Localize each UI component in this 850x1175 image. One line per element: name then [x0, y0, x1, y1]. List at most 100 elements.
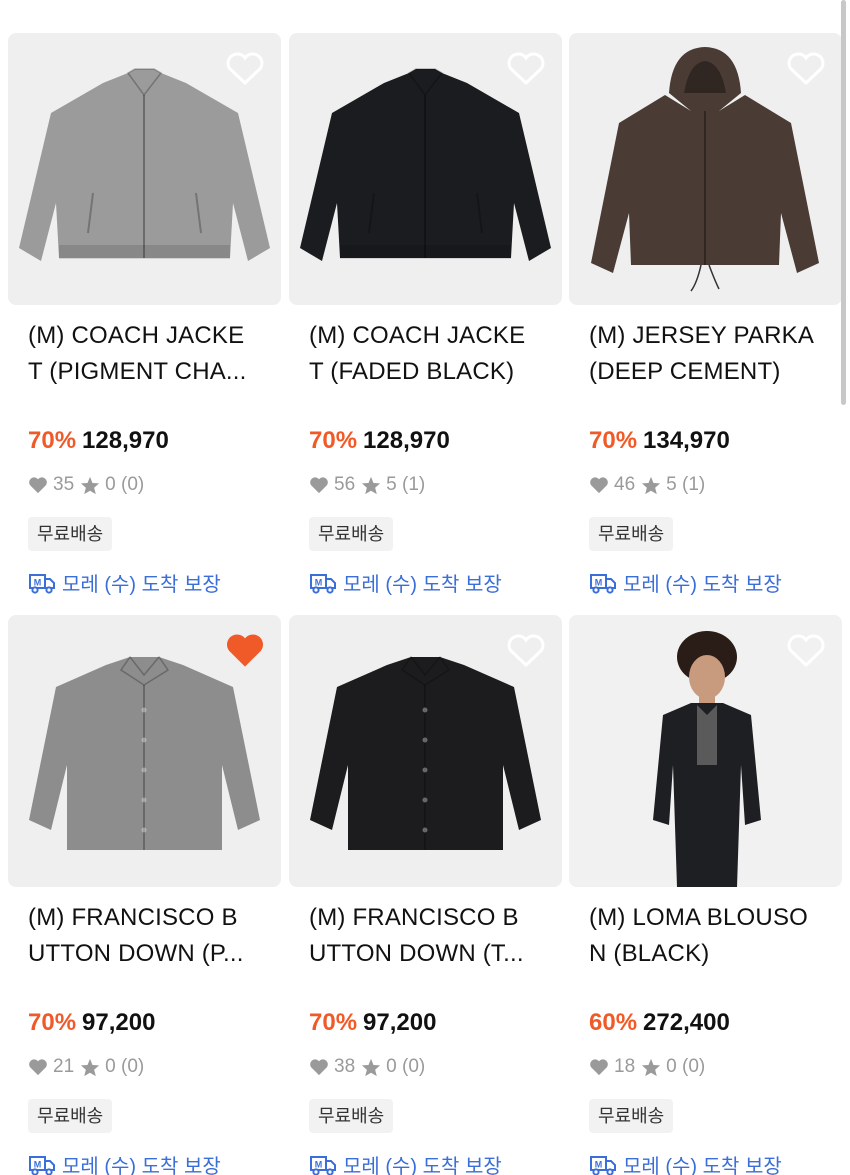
rating-count: 0 (0) — [666, 1056, 706, 1077]
heart-icon — [310, 1059, 328, 1076]
delivery-guarantee: M 모레 (수) 도착 보장 — [309, 1150, 502, 1175]
star-icon — [642, 1058, 661, 1076]
heart-icon — [310, 477, 328, 494]
rating-count: 0 (0) — [386, 1056, 426, 1077]
delivery-truck-icon: M — [590, 1155, 616, 1175]
star-icon — [362, 476, 381, 494]
sale-price: 128,970 — [82, 427, 169, 454]
product-title-line-2: UTTON DOWN (T... — [309, 940, 524, 967]
heart-icon — [29, 1059, 47, 1076]
like-count: 18 — [614, 1056, 636, 1077]
free-shipping-badge: 무료배송 — [28, 1099, 113, 1133]
price-row: 60% 272,400 — [589, 1009, 730, 1037]
product-title[interactable]: (M) JERSEY PARKA (DEEP CEMENT) — [589, 318, 829, 390]
product-title[interactable]: (M) FRANCISCO B UTTON DOWN (T... — [309, 900, 549, 972]
product-stats: 46 5 (1) — [589, 474, 705, 496]
product-image[interactable] — [8, 615, 281, 887]
product-title-line-2: T (PIGMENT CHA... — [28, 358, 247, 385]
discount-rate: 60% — [589, 1009, 638, 1036]
price-row: 70% 97,200 — [309, 1009, 436, 1037]
product-image[interactable] — [8, 33, 281, 305]
free-shipping-badge: 무료배송 — [28, 517, 113, 551]
sale-price: 97,200 — [82, 1009, 156, 1036]
delivery-truck-icon: M — [310, 573, 336, 594]
product-stats: 56 5 (1) — [309, 474, 425, 496]
scrollbar[interactable] — [841, 0, 846, 405]
delivery-truck-icon: M — [29, 1155, 55, 1175]
discount-rate: 70% — [309, 1009, 358, 1036]
delivery-text: 모레 (수) 도착 보장 — [623, 574, 782, 596]
rating-count: 5 (1) — [666, 474, 706, 495]
delivery-guarantee: M 모레 (수) 도착 보장 — [589, 1150, 782, 1175]
discount-rate: 70% — [28, 1009, 77, 1036]
product-image[interactable] — [289, 33, 562, 305]
product-title[interactable]: (M) COACH JACKE T (FADED BLACK) — [309, 318, 549, 390]
sale-price: 128,970 — [363, 427, 450, 454]
star-icon — [362, 1058, 381, 1076]
sale-price: 134,970 — [643, 427, 730, 454]
product-title-line-2: (DEEP CEMENT) — [589, 358, 781, 385]
free-shipping-badge: 무료배송 — [309, 1099, 394, 1133]
delivery-truck-icon: M — [29, 573, 55, 594]
price-row: 70% 128,970 — [309, 427, 450, 455]
favorite-heart-icon[interactable] — [506, 49, 546, 87]
like-count: 38 — [334, 1056, 356, 1077]
rating-count: 0 (0) — [105, 1056, 145, 1077]
product-title-line-1: (M) JERSEY PARKA — [589, 322, 815, 349]
free-shipping-badge: 무료배송 — [589, 1099, 674, 1133]
star-icon — [81, 1058, 100, 1076]
favorite-heart-icon[interactable] — [786, 49, 826, 87]
discount-rate: 70% — [309, 427, 358, 454]
svg-text:M: M — [595, 577, 603, 587]
svg-text:M: M — [315, 1159, 323, 1169]
product-image[interactable] — [569, 33, 842, 305]
rating-count: 0 (0) — [105, 474, 145, 495]
like-count: 35 — [53, 474, 75, 495]
star-icon — [81, 476, 100, 494]
favorite-heart-icon[interactable] — [506, 631, 546, 669]
rating-count: 5 (1) — [386, 474, 426, 495]
sale-price: 272,400 — [643, 1009, 730, 1036]
delivery-text: 모레 (수) 도착 보장 — [62, 574, 221, 596]
price-row: 70% 128,970 — [28, 427, 169, 455]
product-stats: 38 0 (0) — [309, 1056, 425, 1078]
product-stats: 21 0 (0) — [28, 1056, 144, 1078]
delivery-truck-icon: M — [310, 1155, 336, 1175]
delivery-text: 모레 (수) 도착 보장 — [62, 1156, 221, 1175]
free-shipping-badge: 무료배송 — [589, 517, 674, 551]
product-title-line-1: (M) FRANCISCO B — [309, 904, 519, 931]
product-title-line-2: UTTON DOWN (P... — [28, 940, 244, 967]
svg-text:M: M — [34, 1159, 42, 1169]
product-stats: 35 0 (0) — [28, 474, 144, 496]
discount-rate: 70% — [589, 427, 638, 454]
product-image[interactable] — [289, 615, 562, 887]
delivery-text: 모레 (수) 도착 보장 — [623, 1156, 782, 1175]
product-image[interactable] — [569, 615, 842, 887]
svg-text:M: M — [595, 1159, 603, 1169]
heart-icon — [29, 477, 47, 494]
heart-icon — [590, 1059, 608, 1076]
delivery-guarantee: M 모레 (수) 도착 보장 — [589, 568, 782, 597]
sale-price: 97,200 — [363, 1009, 437, 1036]
price-row: 70% 97,200 — [28, 1009, 155, 1037]
heart-icon — [590, 477, 608, 494]
star-icon — [642, 476, 661, 494]
product-title[interactable]: (M) FRANCISCO B UTTON DOWN (P... — [28, 900, 268, 972]
discount-rate: 70% — [28, 427, 77, 454]
delivery-guarantee: M 모레 (수) 도착 보장 — [309, 568, 502, 597]
delivery-text: 모레 (수) 도착 보장 — [343, 1156, 502, 1175]
favorite-heart-icon[interactable] — [786, 631, 826, 669]
product-title-line-1: (M) LOMA BLOUSO — [589, 904, 809, 931]
product-stats: 18 0 (0) — [589, 1056, 705, 1078]
favorite-heart-icon[interactable] — [225, 631, 265, 669]
free-shipping-badge: 무료배송 — [309, 517, 394, 551]
product-title[interactable]: (M) COACH JACKE T (PIGMENT CHA... — [28, 318, 268, 390]
product-title-line-1: (M) FRANCISCO B — [28, 904, 238, 931]
favorite-heart-icon[interactable] — [225, 49, 265, 87]
product-title-line-1: (M) COACH JACKE — [28, 322, 245, 349]
product-title-line-2: T (FADED BLACK) — [309, 358, 515, 385]
product-title-line-2: N (BLACK) — [589, 940, 710, 967]
product-title[interactable]: (M) LOMA BLOUSO N (BLACK) — [589, 900, 829, 972]
like-count: 56 — [334, 474, 356, 495]
delivery-guarantee: M 모레 (수) 도착 보장 — [28, 1150, 221, 1175]
